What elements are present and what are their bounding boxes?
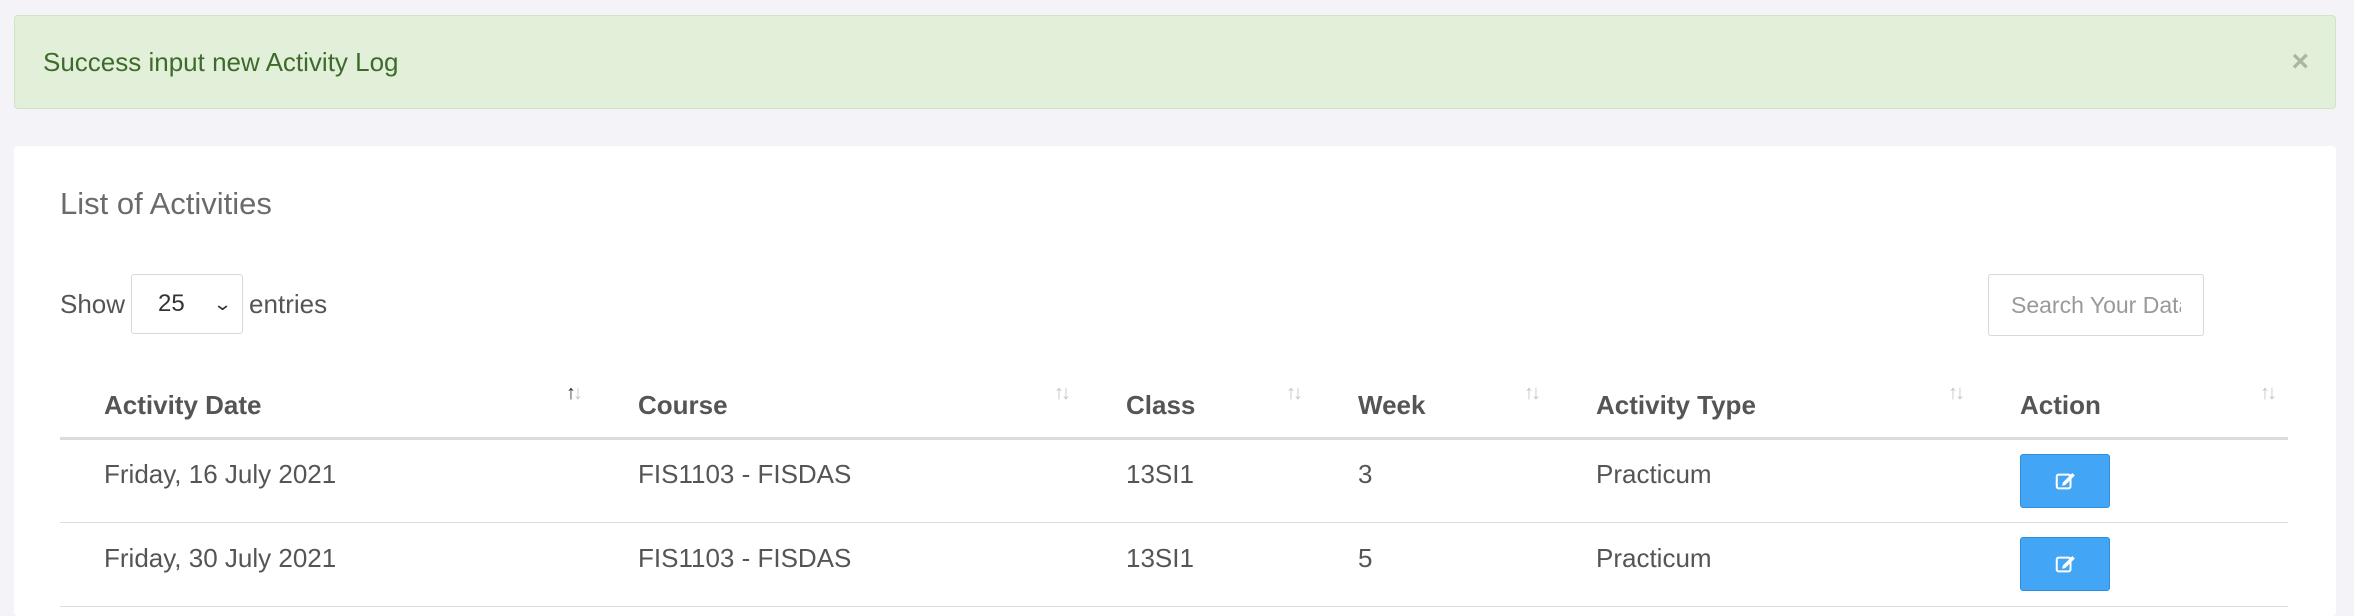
- cell-action: [1976, 438, 2288, 523]
- cell-week: 3: [1314, 438, 1552, 523]
- table-row: Friday, 16 July 2021 FIS1103 - FISDAS 13…: [60, 438, 2288, 523]
- cell-course: FIS1103 - FISDAS: [594, 438, 1082, 523]
- card-title: List of Activities: [60, 186, 272, 221]
- cell-week: 5: [1314, 522, 1552, 607]
- activities-card: List of Activities Show 25 ⌄ entries Act…: [14, 146, 2336, 616]
- show-label: Show: [60, 288, 126, 319]
- column-header-course[interactable]: Course ↑↓: [594, 358, 1082, 440]
- cell-class: 13SI1: [1082, 438, 1314, 523]
- column-header-class[interactable]: Class ↑↓: [1082, 358, 1314, 440]
- alert-message: Success input new Activity Log: [43, 46, 399, 77]
- entries-select-value: 25: [158, 290, 185, 317]
- column-header-week[interactable]: Week ↑↓: [1314, 358, 1552, 440]
- sort-asc-icon: ↑↓: [566, 382, 583, 404]
- entries-length-control: Show 25 ⌄ entries: [60, 274, 327, 334]
- sort-icon: ↑↓: [2260, 382, 2277, 404]
- chevron-down-icon: ⌄: [212, 293, 233, 314]
- cell-activity-date: Friday, 30 July 2021: [60, 522, 594, 607]
- table-header-row: Activity Date ↑↓ Course ↑↓ Class ↑↓ Week…: [60, 358, 2288, 440]
- cell-class: 13SI1: [1082, 522, 1314, 607]
- close-icon[interactable]: ×: [2291, 47, 2309, 77]
- search-input[interactable]: [1988, 274, 2204, 336]
- sort-icon: ↑↓: [1054, 382, 1071, 404]
- entries-select[interactable]: 25 ⌄: [131, 274, 244, 334]
- sort-icon: ↑↓: [1524, 382, 1541, 404]
- edit-button[interactable]: [2020, 453, 2110, 508]
- cell-activity-type: Practicum: [1552, 438, 1976, 523]
- edit-button[interactable]: [2020, 537, 2110, 591]
- entries-label: entries: [249, 288, 328, 319]
- column-header-activity-date[interactable]: Activity Date ↑↓: [60, 358, 594, 440]
- edit-icon: [2055, 556, 2075, 573]
- sort-icon: ↑↓: [1286, 382, 1303, 404]
- cell-action: [1976, 522, 2288, 607]
- cell-course: FIS1103 - FISDAS: [594, 522, 1082, 607]
- cell-activity-type: Practicum: [1552, 522, 1976, 607]
- column-header-activity-type[interactable]: Activity Type ↑↓: [1552, 358, 1976, 440]
- activities-table: Activity Date ↑↓ Course ↑↓ Class ↑↓ Week…: [60, 358, 2288, 607]
- success-alert: Success input new Activity Log ×: [14, 15, 2336, 109]
- table-row: Friday, 30 July 2021 FIS1103 - FISDAS 13…: [60, 522, 2288, 607]
- column-header-action[interactable]: Action ↑↓: [1976, 358, 2288, 440]
- cell-activity-date: Friday, 16 July 2021: [60, 438, 594, 523]
- edit-icon: [2055, 472, 2075, 489]
- sort-icon: ↑↓: [1948, 382, 1965, 404]
